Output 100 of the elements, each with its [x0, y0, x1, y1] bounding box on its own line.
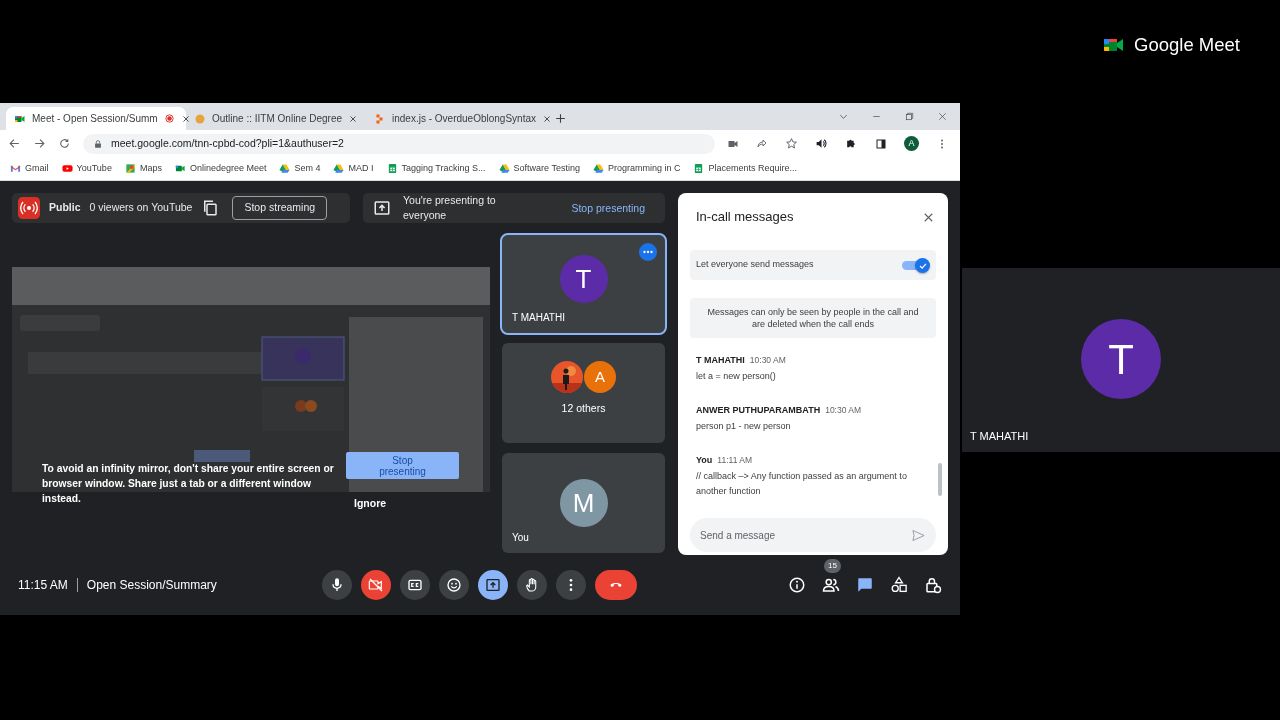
bookmark-link[interactable]: MAD I	[348, 161, 374, 176]
triangle-icon	[333, 163, 345, 174]
toggle-switch[interactable]	[902, 258, 930, 272]
restore-icon[interactable]	[904, 111, 915, 122]
participant-name: T MAHATHI	[970, 428, 1029, 444]
reload-icon[interactable]	[58, 137, 71, 150]
host-button[interactable]	[924, 576, 942, 594]
present-button[interactable]	[478, 570, 508, 600]
close-icon[interactable]	[180, 113, 191, 124]
browser-tab[interactable]: Meet - Open Session/Summ	[6, 107, 186, 130]
stop-presenting-button[interactable]: Stop presenting	[346, 452, 459, 479]
plus-icon[interactable]	[554, 112, 567, 125]
message-box[interactable]: Send a message	[690, 518, 936, 552]
triangle-icon	[498, 163, 510, 174]
avatar: T	[559, 255, 608, 303]
avatar: T	[1081, 319, 1161, 399]
stop-presenting-button[interactable]: Stop presenting	[561, 201, 655, 215]
forward-icon[interactable]	[33, 137, 46, 150]
captions-icon	[407, 577, 423, 593]
participant-tile[interactable]: A 12 others	[502, 343, 665, 443]
dot-icon	[194, 112, 206, 125]
viewer-count: 0 viewers on YouTube	[89, 200, 193, 216]
activities-button[interactable]	[890, 576, 908, 594]
participant-name: You	[512, 531, 529, 545]
bookmark-link[interactable]: Onlinedegree Meet	[189, 161, 267, 176]
stop-streaming-button[interactable]: Stop streaming	[232, 196, 328, 220]
address-bar[interactable]: meet.google.com/tnn-cpbd-cod?pli=1&authuser=2	[83, 133, 715, 154]
avatar: A	[584, 361, 616, 394]
bookmark-link[interactable]: Software Testing	[513, 161, 580, 176]
speaker-icon[interactable]	[815, 137, 828, 150]
triangle-icon	[279, 163, 291, 174]
back-icon[interactable]	[8, 137, 21, 150]
address-field[interactable]: meet.google.com/tnn-cpbd-cod?pli=1&authuser=2	[111, 135, 705, 152]
camera-button[interactable]	[361, 570, 391, 600]
chat-button[interactable]	[856, 576, 874, 594]
bookmark-link[interactable]: Maps	[139, 161, 162, 176]
video-camera-icon	[174, 163, 186, 174]
lock-icon	[93, 138, 103, 149]
scrollbar[interactable]	[938, 463, 942, 496]
hand-button[interactable]	[517, 570, 547, 600]
panel-title: In-call messages	[696, 208, 794, 227]
present-icon	[485, 577, 501, 593]
spreadsheet-icon	[693, 163, 705, 174]
more-options-button[interactable]	[639, 243, 657, 261]
ignore-button[interactable]: Ignore	[350, 494, 391, 514]
bookmark-link[interactable]: Tagging Tracking S...	[401, 161, 486, 176]
triangle-icon	[592, 163, 604, 174]
bookmark-link[interactable]: Placements Require...	[708, 161, 797, 176]
message-text: person p1 - new person	[696, 420, 792, 433]
message-time: 10:30 AM	[825, 405, 862, 415]
puzzle-icon[interactable]	[845, 137, 858, 150]
bookmark-link[interactable]: Sem 4	[294, 161, 321, 176]
participant-tile[interactable]: T T MAHATHI	[962, 268, 1280, 452]
emoji-button[interactable]	[439, 570, 469, 600]
message-input[interactable]: Send a message	[700, 527, 911, 543]
map-pin-icon	[124, 163, 136, 174]
participant-tile[interactable]: T T MAHATHI	[502, 235, 665, 333]
count-badge: 15	[824, 559, 841, 573]
participant-tile[interactable]: M You	[502, 453, 665, 553]
captions-button[interactable]	[400, 570, 430, 600]
shapes-icon	[890, 576, 908, 594]
bookmark-link[interactable]: Gmail	[25, 161, 49, 176]
sender-name: ANWER PUTHUPARAMBATH	[696, 405, 821, 415]
setting-label: Let everyone send messages	[696, 258, 814, 272]
leave-call-button[interactable]	[595, 570, 637, 600]
clock-time: 11:15 AM	[18, 577, 68, 594]
broadcast-icon	[18, 197, 40, 219]
browser-tab[interactable]: index.js - OverdueOblongSyntax	[366, 107, 546, 130]
browser-tab[interactable]: Outline :: IITM Online Degree	[186, 107, 366, 130]
people-icon	[822, 576, 840, 594]
side-panel-icon[interactable]	[875, 137, 887, 150]
play-icon	[61, 163, 73, 174]
close-icon[interactable]	[541, 113, 552, 124]
present-icon	[373, 199, 391, 217]
copy-icon[interactable]	[201, 199, 220, 217]
info-icon	[788, 576, 806, 594]
sender-name: T MAHATHI	[696, 355, 745, 365]
blocks-icon	[374, 112, 386, 125]
mail-icon	[10, 163, 21, 174]
participant-name: T MAHATHI	[512, 311, 565, 325]
profile-avatar[interactable]: A	[904, 136, 919, 151]
app-logo-text: Google Meet	[1134, 33, 1240, 57]
star-icon[interactable]	[785, 137, 798, 150]
mic-button[interactable]	[322, 570, 352, 600]
avatar: M	[559, 479, 608, 527]
bookmark-link[interactable]: YouTube	[76, 161, 112, 176]
more-button[interactable]	[556, 570, 586, 600]
close-icon[interactable]	[348, 113, 359, 124]
share-icon[interactable]	[756, 137, 768, 150]
message-time: 11:11 AM	[717, 455, 752, 465]
spreadsheet-icon	[386, 163, 398, 174]
message-text: // callback –> Any function passed as an argument to another function	[696, 470, 908, 498]
warning-message: To avoid an infinity mirror, don't share your entire screen or browser window. Share just a tab or a different window instead.	[42, 462, 335, 506]
info-button[interactable]	[788, 576, 806, 594]
bookmark-link[interactable]: Programming in C	[607, 161, 681, 176]
message-time: 10:30 AM	[749, 355, 786, 365]
meeting-title: Open Session/Summary	[86, 577, 217, 594]
presenting-message: You're presenting to everyone	[403, 193, 497, 223]
visibility-label: Public	[49, 200, 81, 216]
info-notice: Messages can only be seen by people in the call and are deleted when the call ends	[690, 298, 936, 338]
